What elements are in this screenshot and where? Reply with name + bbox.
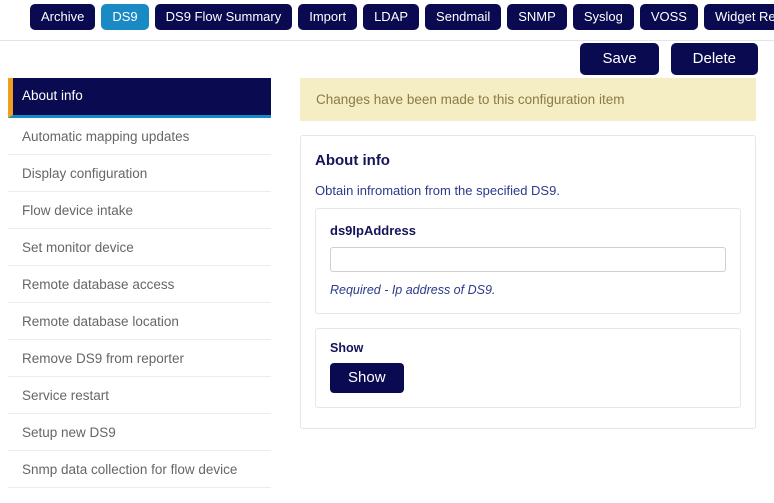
tab-syslog[interactable]: Syslog xyxy=(572,4,634,30)
show-button[interactable]: Show xyxy=(330,363,404,393)
sidebar-item-remote-database-access[interactable]: Remote database access xyxy=(8,266,271,303)
card-description: Obtain infromation from the specified DS… xyxy=(315,183,560,198)
tab-archive[interactable]: Archive xyxy=(30,4,96,30)
main-layout: About info Automatic mapping updates Dis… xyxy=(0,74,774,488)
ds9-ip-address-input[interactable] xyxy=(330,247,726,272)
sidebar-item-remote-database-location[interactable]: Remote database location xyxy=(8,303,271,340)
top-tab-bar: Archive DS9 DS9 Flow Summary Import LDAP… xyxy=(0,0,774,30)
sidebar: About info Automatic mapping updates Dis… xyxy=(0,78,271,488)
tab-snmp[interactable]: SNMP xyxy=(507,4,567,30)
tab-sendmail[interactable]: Sendmail xyxy=(425,4,502,30)
ds9-ip-address-help-text: Required - Ip address of DS9. xyxy=(330,283,496,297)
tab-ds9[interactable]: DS9 xyxy=(101,4,149,30)
tab-ldap[interactable]: LDAP xyxy=(363,4,420,30)
ds9-ip-address-label: ds9IpAddress xyxy=(330,223,416,238)
tab-import[interactable]: Import xyxy=(298,4,358,30)
sidebar-item-set-monitor-device[interactable]: Set monitor device xyxy=(8,229,271,266)
tab-bar-divider xyxy=(0,40,774,41)
about-info-card: About info Obtain infromation from the s… xyxy=(300,135,756,429)
status-banner: Changes have been made to this configura… xyxy=(300,78,756,121)
ds9-ip-address-field-group: ds9IpAddress Required - Ip address of DS… xyxy=(315,208,741,314)
save-button[interactable]: Save xyxy=(580,43,659,75)
show-action-group: Show Show xyxy=(315,328,741,408)
sidebar-item-display-configuration[interactable]: Display configuration xyxy=(8,155,271,192)
content-area: Changes have been made to this configura… xyxy=(271,78,774,429)
tab-widget-resources[interactable]: Widget Resources xyxy=(703,4,774,30)
sidebar-item-automatic-mapping-updates[interactable]: Automatic mapping updates xyxy=(8,118,271,155)
sidebar-item-about-info[interactable]: About info xyxy=(8,78,271,118)
sidebar-item-remove-ds9-from-reporter[interactable]: Remove DS9 from reporter xyxy=(8,340,271,377)
tab-voss[interactable]: VOSS xyxy=(639,4,698,30)
sidebar-item-flow-device-intake[interactable]: Flow device intake xyxy=(8,192,271,229)
sidebar-item-setup-new-ds9[interactable]: Setup new DS9 xyxy=(8,414,271,451)
top-tab-bar-region: Archive DS9 DS9 Flow Summary Import LDAP… xyxy=(0,0,774,41)
sidebar-item-snmp-data-collection-for-flow-device[interactable]: Snmp data collection for flow device xyxy=(8,451,271,488)
card-title: About info xyxy=(315,152,390,169)
show-action-label: Show xyxy=(330,341,364,355)
delete-button[interactable]: Delete xyxy=(670,43,758,75)
tab-ds9-flow-summary[interactable]: DS9 Flow Summary xyxy=(154,4,293,30)
sidebar-item-service-restart[interactable]: Service restart xyxy=(8,377,271,414)
